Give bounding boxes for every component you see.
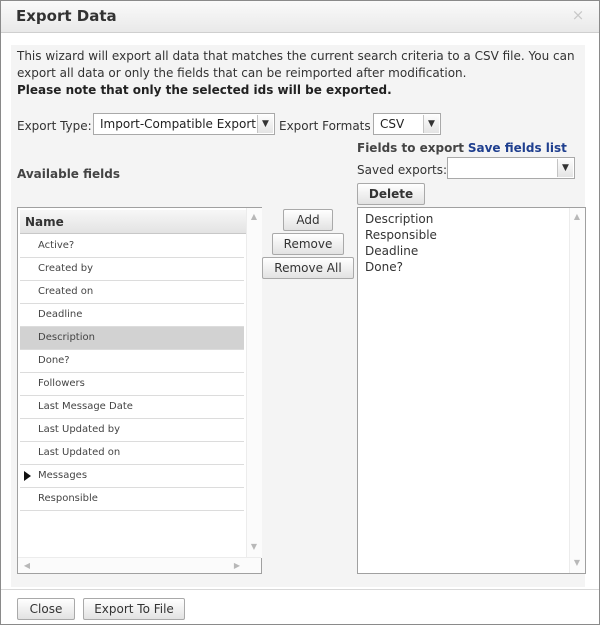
- scroll-up-icon[interactable]: ▲: [570, 212, 584, 221]
- field-row[interactable]: Created by: [20, 258, 244, 281]
- save-fields-list-link[interactable]: Save fields list: [468, 141, 567, 155]
- chevron-down-icon[interactable]: ▼: [557, 159, 573, 177]
- export-type-label: Export Type:: [17, 119, 92, 133]
- export-field-item[interactable]: Done?: [365, 259, 403, 275]
- intro-description: This wizard will export all data that ma…: [17, 49, 575, 80]
- field-label: Last Message Date: [38, 401, 133, 412]
- field-label: Messages: [38, 470, 88, 481]
- field-row[interactable]: Created on: [20, 281, 244, 304]
- export-formats-label: Export Formats: [279, 119, 371, 133]
- scroll-down-icon[interactable]: ▼: [247, 542, 261, 551]
- chevron-down-icon[interactable]: ▼: [257, 115, 273, 133]
- field-label: Created on: [38, 286, 94, 297]
- saved-exports-label: Saved exports:: [357, 163, 448, 177]
- scroll-up-icon[interactable]: ▲: [247, 212, 261, 221]
- field-label: Last Updated on: [38, 447, 121, 458]
- field-label: Created by: [38, 263, 94, 274]
- name-column-header[interactable]: Name: [20, 210, 246, 234]
- close-button[interactable]: Close: [17, 598, 75, 620]
- field-row[interactable]: Description: [20, 327, 244, 350]
- field-row[interactable]: Responsible: [20, 488, 244, 511]
- field-row[interactable]: Last Updated by: [20, 419, 244, 442]
- export-field-item[interactable]: Responsible: [365, 227, 437, 243]
- remove-all-button[interactable]: Remove All: [262, 257, 354, 279]
- field-row[interactable]: Last Updated on: [20, 442, 244, 465]
- dialog-footer: Close Export To File: [1, 589, 599, 624]
- add-button[interactable]: Add: [283, 209, 333, 231]
- fields-to-export-title: Fields to export: [357, 141, 464, 155]
- field-label: Done?: [38, 355, 70, 366]
- delete-button[interactable]: Delete: [357, 183, 425, 205]
- available-fields-panel: Name Active? Created by Created on Deadline…: [17, 207, 262, 574]
- export-format-select[interactable]: CSV ▼: [373, 113, 441, 135]
- fields-to-export-panel[interactable]: Description Responsible Deadline Done? ▲ ▼: [357, 207, 586, 574]
- field-label: Active?: [38, 240, 75, 251]
- scroll-down-icon[interactable]: ▼: [570, 558, 584, 567]
- close-icon[interactable]: ×: [571, 8, 585, 23]
- export-field-item[interactable]: Deadline: [365, 243, 418, 259]
- intro-text: This wizard will export all data that ma…: [17, 48, 577, 99]
- field-row[interactable]: Active?: [20, 235, 244, 258]
- field-label: Followers: [38, 378, 85, 389]
- intro-note: Please note that only the selected ids w…: [17, 83, 392, 97]
- chevron-down-icon[interactable]: ▼: [423, 115, 439, 133]
- field-row[interactable]: Deadline: [20, 304, 244, 327]
- scroll-left-icon[interactable]: ◀: [20, 561, 34, 570]
- export-type-select[interactable]: Import-Compatible Export ▼: [93, 113, 275, 135]
- fields-to-export-header: Fields to export Save fields list: [357, 141, 567, 155]
- field-label: Last Updated by: [38, 424, 121, 435]
- field-row[interactable]: Last Message Date: [20, 396, 244, 419]
- available-fields-title: Available fields: [17, 167, 121, 181]
- field-label: Description: [38, 332, 95, 343]
- field-row[interactable]: Messages: [20, 465, 244, 488]
- export-field-item[interactable]: Description: [365, 211, 433, 227]
- remove-button[interactable]: Remove: [272, 233, 344, 255]
- dialog-content: This wizard will export all data that ma…: [11, 45, 586, 587]
- available-vertical-scrollbar[interactable]: ▲ ▼: [246, 208, 262, 558]
- export-to-file-button[interactable]: Export To File: [83, 598, 185, 620]
- field-label: Deadline: [38, 309, 83, 320]
- dialog-title: Export Data: [16, 7, 117, 25]
- export-vertical-scrollbar[interactable]: ▲ ▼: [569, 208, 585, 573]
- export-type-value: Import-Compatible Export: [100, 117, 257, 131]
- saved-exports-select[interactable]: ▼: [447, 157, 575, 179]
- field-label: Responsible: [38, 493, 98, 504]
- export-dialog: Export Data × This wizard will export al…: [0, 0, 600, 625]
- expand-arrow-icon[interactable]: [24, 471, 31, 481]
- dialog-titlebar[interactable]: Export Data ×: [1, 1, 599, 33]
- field-row[interactable]: Done?: [20, 350, 244, 373]
- scroll-right-icon[interactable]: ▶: [230, 561, 244, 570]
- available-horizontal-scrollbar[interactable]: ◀ ▶: [18, 557, 261, 573]
- export-format-value: CSV: [380, 117, 405, 131]
- field-row[interactable]: Followers: [20, 373, 244, 396]
